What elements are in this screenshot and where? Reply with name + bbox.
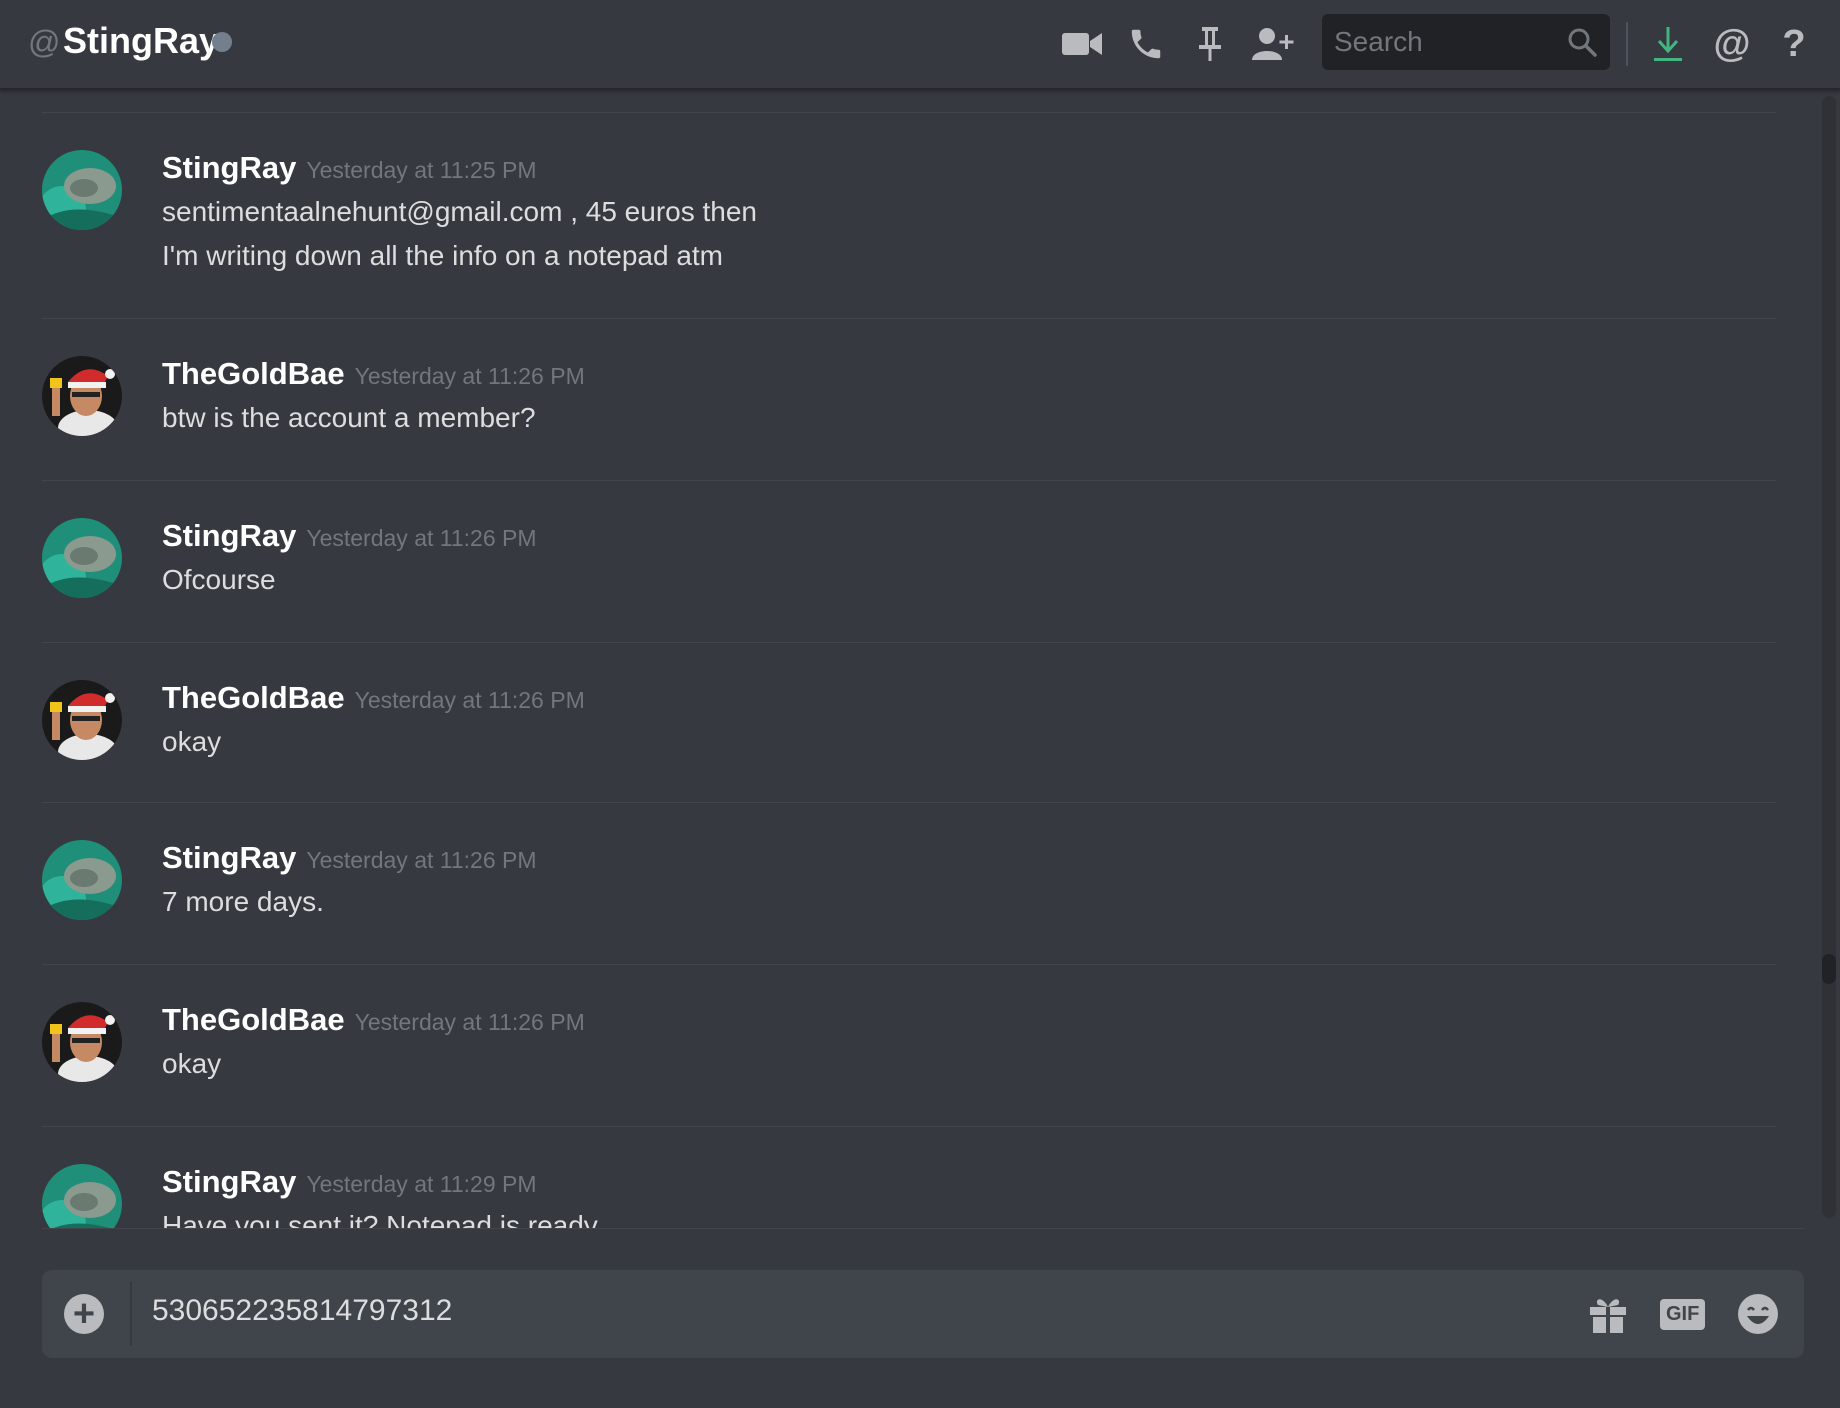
message-author[interactable]: StingRay [162,150,296,185]
download-icon[interactable] [1644,20,1692,68]
avatar-stingray[interactable] [42,518,122,598]
gif-label: GIF [1660,1298,1706,1330]
channel-header: @ StingRay Search @ ? [0,0,1840,90]
scrollbar-thumb[interactable] [1822,954,1836,984]
message-divider [42,480,1776,481]
gif-icon[interactable]: GIF [1660,1292,1706,1336]
message-list: StingRay Yesterday at 11:25 PM sentimenta… [0,92,1820,1228]
status-indicator [212,32,232,52]
help-icon[interactable]: ? [1770,20,1818,68]
scrollbar-track[interactable] [1822,96,1836,1218]
message-list-bottom-border [42,1228,1804,1229]
message-text: 7 more days. [162,886,324,917]
avatar-thegoldbae[interactable] [42,680,122,760]
composer-divider [130,1282,132,1346]
avatar-stingray[interactable] [42,1164,122,1228]
message-text: I'm writing down all the info on a notep… [162,240,723,271]
voice-call-icon[interactable] [1122,20,1170,68]
message-text: okay [162,726,222,757]
message-text: Ofcourse [162,564,276,595]
add-friend-icon[interactable] [1250,20,1298,68]
message-timestamp: Yesterday at 11:25 PM [306,157,537,183]
message-author[interactable]: TheGoldBae [162,1002,345,1037]
message-divider [42,112,1776,113]
add-attachment-icon[interactable]: + [64,1294,104,1334]
message-author[interactable]: StingRay [162,1164,296,1199]
message-author[interactable]: TheGoldBae [162,680,345,715]
search-box[interactable]: Search [1322,14,1610,70]
message-timestamp: Yesterday at 11:29 PM [306,1171,537,1197]
avatar-thegoldbae[interactable] [42,1002,122,1082]
message-composer: + 530652235814797312 GIF [42,1270,1804,1358]
pin-icon[interactable] [1186,20,1234,68]
avatar-stingray[interactable] [42,150,122,230]
message-timestamp: Yesterday at 11:26 PM [306,847,537,873]
search-icon[interactable] [1566,26,1598,63]
emoji-icon[interactable] [1736,1292,1780,1336]
message-divider [42,1126,1776,1127]
gift-icon[interactable] [1588,1292,1628,1336]
message-author[interactable]: TheGoldBae [162,356,345,391]
channel-name[interactable]: StingRay [63,20,219,62]
avatar-thegoldbae[interactable] [42,356,122,436]
header-divider [1626,22,1628,66]
message-timestamp: Yesterday at 11:26 PM [354,687,585,713]
message-text: Have you sent it? Notepad is ready [162,1210,598,1228]
message-divider [42,964,1776,965]
message-timestamp: Yesterday at 11:26 PM [306,525,537,551]
mentions-icon[interactable]: @ [1708,20,1756,68]
video-call-icon[interactable] [1058,20,1106,68]
message-author[interactable]: StingRay [162,518,296,553]
message-divider [42,802,1776,803]
message-timestamp: Yesterday at 11:26 PM [354,363,585,389]
message-text: sentimentaalnehunt@gmail.com , 45 euros … [162,196,757,227]
message-divider [42,642,1776,643]
message-divider [42,318,1776,319]
message-timestamp: Yesterday at 11:26 PM [354,1009,585,1035]
message-text: btw is the account a member? [162,402,536,433]
message-text: okay [162,1048,222,1079]
message-author[interactable]: StingRay [162,840,296,875]
message-input[interactable]: 530652235814797312 [152,1294,452,1328]
at-icon: @ [28,24,61,60]
avatar-stingray[interactable] [42,840,122,920]
search-placeholder: Search [1334,26,1423,57]
